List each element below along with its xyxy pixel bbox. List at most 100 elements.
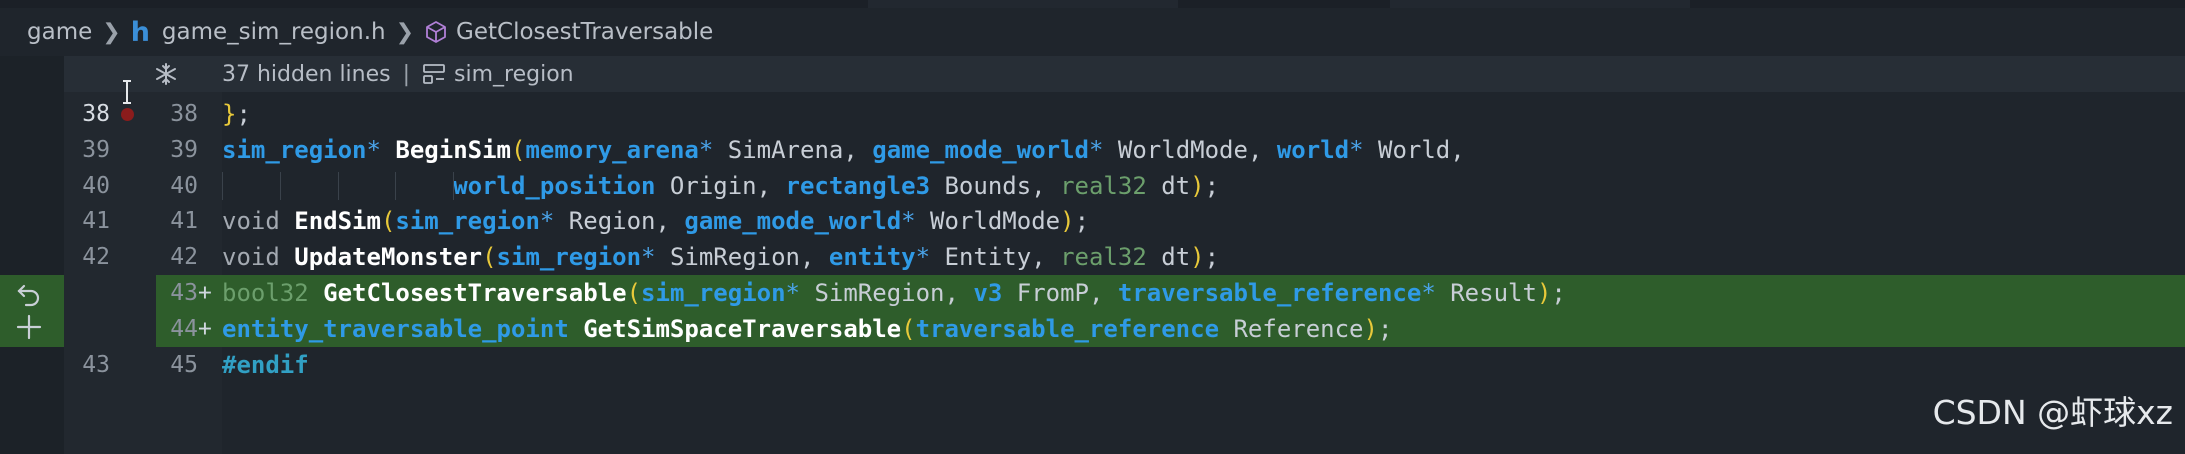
code-token: UpdateMonster: [294, 243, 483, 272]
new-line-number: 42: [170, 244, 198, 271]
header-file-icon: h: [130, 16, 150, 48]
old-line-number: [64, 311, 110, 347]
code-text: void UpdateMonster(sim_region* SimRegion…: [222, 239, 1219, 275]
undo-icon[interactable]: [14, 280, 44, 314]
code-token: ;: [1551, 279, 1566, 307]
expand-lines-icon[interactable]: [152, 60, 180, 92]
added-line-marker: +: [198, 280, 212, 306]
breadcrumb-symbol[interactable]: GetClosestTraversable: [424, 19, 713, 45]
code-token: void: [222, 207, 280, 236]
new-line-number: 39: [170, 136, 198, 163]
code-token: ;: [1377, 314, 1393, 343]
code-token: GetClosestTraversable: [323, 279, 627, 307]
code-token: real32: [1060, 243, 1147, 272]
new-line-number: 45: [170, 351, 198, 378]
new-line-number: 38: [170, 101, 198, 127]
code-token: (: [901, 314, 916, 343]
code-token: ): [1190, 171, 1205, 200]
code-token: ;: [1204, 243, 1220, 272]
top-tab-strip: [0, 0, 2185, 8]
breadcrumb: game ❯ h game_sim_region.h ❯ GetClosestT…: [0, 8, 2185, 56]
code-token: ;: [236, 100, 251, 128]
code-token: sim_region: [496, 243, 642, 272]
chevron-right-icon: ❯: [395, 19, 415, 45]
add-icon[interactable]: [14, 312, 44, 346]
new-line-number: 40: [170, 172, 198, 199]
code-text: };: [222, 96, 251, 132]
code-token: v3: [973, 279, 1003, 307]
code-token: void: [222, 243, 280, 272]
code-token: GetSimSpaceTraversable: [583, 314, 902, 343]
code-token: FromP,: [1002, 279, 1118, 307]
code-token: world_position: [453, 171, 656, 200]
code-token: ): [1060, 207, 1075, 236]
code-text: sim_region* BeginSim(memory_arena* SimAr…: [222, 132, 1465, 168]
code-line[interactable]: 42 42 void UpdateMonster(sim_region* SimRe…: [0, 239, 2185, 275]
code-token: traversable_reference: [1117, 279, 1422, 307]
code-text: #endif: [222, 347, 309, 383]
watermark: CSDN @虾球xz: [1932, 393, 2173, 432]
code-token: *: [698, 135, 714, 164]
code-line[interactable]: 43 + bool32 GetClosestTraversable(sim_regi…: [0, 275, 2185, 311]
chevron-right-icon: ❯: [102, 19, 121, 45]
added-line-marker: +: [198, 315, 212, 342]
code-token: world: [1276, 135, 1350, 164]
code-token: ): [1363, 314, 1378, 343]
old-line-number: 42: [82, 244, 110, 271]
code-token: ;: [1074, 207, 1090, 236]
old-line-number: 38: [82, 101, 110, 127]
breadcrumb-symbol-label: GetClosestTraversable: [456, 19, 714, 45]
namespace-icon: [422, 63, 446, 85]
code-token: ;: [1204, 171, 1220, 200]
code-token: WorldMode: [915, 207, 1061, 236]
code-line[interactable]: 39 39 sim_region* BeginSim(memory_arena* S…: [0, 132, 2185, 168]
code-token: *: [901, 207, 916, 236]
code-line[interactable]: 38 38};: [0, 96, 2185, 132]
code-token: memory_arena: [525, 135, 699, 164]
code-token: SimRegion,: [655, 243, 829, 272]
code-token: *: [1421, 279, 1436, 307]
hidden-lines-info[interactable]: 37 hidden lines | sim_region: [222, 56, 574, 92]
code-line[interactable]: 43 45 #endif: [0, 347, 2185, 383]
code-token: *: [1349, 135, 1364, 164]
code-token: *: [366, 135, 381, 164]
code-token: SimArena,: [713, 135, 873, 164]
code-token: WorldMode,: [1103, 135, 1277, 164]
code-token: Region,: [554, 207, 685, 236]
code-token: *: [641, 243, 656, 272]
code-token: #endif: [222, 350, 309, 379]
code-token: BeginSim: [395, 135, 511, 164]
new-line-number: 41: [170, 208, 198, 235]
hidden-lines-namespace: sim_region: [454, 61, 574, 87]
code-token: EndSim: [294, 207, 381, 236]
code-token: bool32: [222, 279, 309, 307]
code-token: traversable_reference: [915, 314, 1220, 343]
code-token: ): [1190, 243, 1205, 272]
code-line[interactable]: 40 40 world_position Origin, rectangle3 B…: [0, 168, 2185, 204]
code-token: sim_region: [641, 279, 786, 307]
breadcrumb-file[interactable]: h game_sim_region.h: [131, 17, 386, 48]
code-text: void EndSim(sim_region* Region, game_mod…: [222, 203, 1089, 239]
code-line[interactable]: 41 41 void EndSim(sim_region* Region, game…: [0, 203, 2185, 239]
code-token: *: [1089, 135, 1104, 164]
hidden-lines-count: 37 hidden lines: [222, 61, 391, 87]
code-token: Origin,: [655, 171, 786, 200]
code-token: }: [222, 100, 237, 128]
code-token: Result: [1435, 279, 1537, 307]
code-token: SimRegion,: [800, 279, 974, 307]
code-token: real32: [1060, 171, 1147, 200]
code-token: *: [539, 207, 555, 236]
breadcrumb-folder[interactable]: game: [27, 19, 92, 45]
code-token: ): [1536, 279, 1552, 307]
code-line[interactable]: 44 + entity_traversable_point GetSimSpaceT…: [0, 310, 2185, 347]
breakpoint-dot-icon[interactable]: [121, 108, 134, 121]
code-text: entity_traversable_point GetSimSpaceTrav…: [222, 311, 1392, 347]
code-token: rectangle3: [785, 171, 931, 200]
code-token: dt: [1146, 171, 1191, 200]
old-line-number: 43: [82, 351, 110, 378]
code-token: Entity,: [930, 243, 1061, 272]
code-token: game_mode_world: [684, 207, 902, 236]
code-token: game_mode_world: [872, 135, 1089, 164]
